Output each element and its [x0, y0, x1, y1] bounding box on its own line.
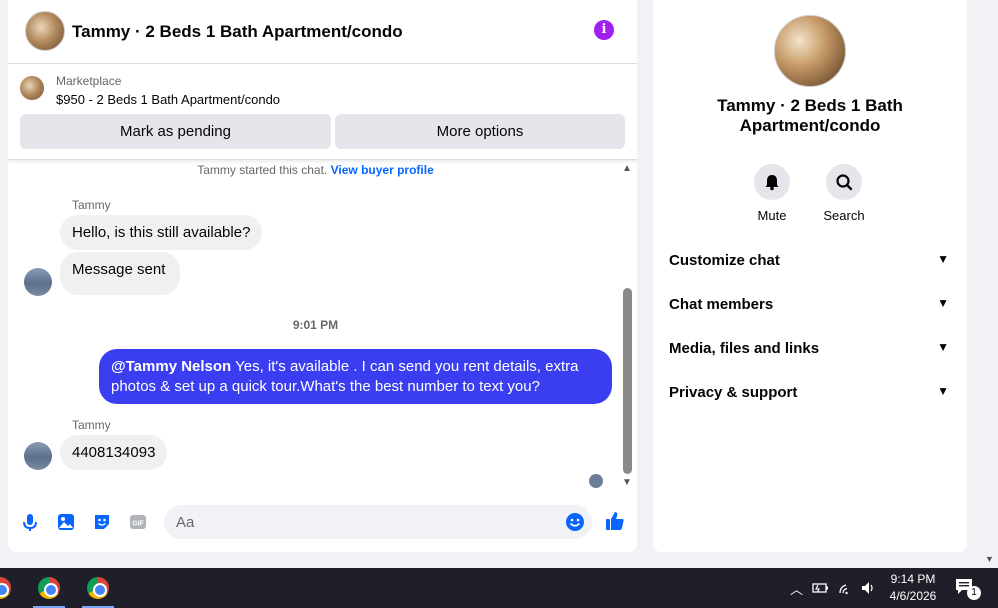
sender-avatar[interactable] — [24, 442, 52, 470]
chat-title[interactable]: Tammy · 2 Beds 1 Bath Apartment/condo — [72, 22, 403, 42]
notification-badge: 1 — [967, 586, 981, 600]
gif-icon[interactable]: GIF — [128, 512, 148, 532]
listing-photo-avatar[interactable] — [774, 15, 846, 87]
emoji-icon[interactable] — [565, 512, 585, 532]
seen-indicator-avatar — [589, 474, 603, 488]
more-options-button[interactable]: More options — [335, 114, 625, 149]
chevron-down-icon: ▼ — [937, 252, 949, 266]
chrome-icon — [0, 577, 11, 599]
sender-name: Tammy — [72, 198, 111, 212]
search-label: Search — [823, 208, 865, 223]
section-label: Media, files and links — [669, 340, 820, 357]
battery-icon[interactable] — [812, 581, 830, 595]
listing-thumbnail[interactable] — [20, 76, 44, 100]
info-icon[interactable]: i — [594, 20, 614, 40]
chrome-icon — [38, 577, 60, 599]
volume-icon[interactable] — [860, 580, 876, 596]
section-label: Privacy & support — [669, 384, 798, 401]
bell-icon — [765, 175, 779, 191]
search-action[interactable]: Search — [814, 164, 874, 223]
mute-action[interactable]: Mute — [742, 164, 802, 223]
taskbar-app[interactable] — [0, 568, 20, 608]
sender-name: Tammy — [72, 418, 111, 432]
sender-avatar[interactable] — [24, 268, 52, 296]
scroll-down-arrow[interactable]: ▼ — [622, 477, 632, 488]
chevron-down-icon: ▼ — [937, 340, 949, 354]
chat-started-notice: Tammy started this chat. View buyer prof… — [8, 163, 623, 177]
search-button[interactable] — [826, 164, 862, 200]
chevron-up-icon[interactable]: ︿ — [790, 579, 803, 598]
incoming-message[interactable]: 4408134093 — [60, 435, 168, 470]
mark-as-pending-button[interactable]: Mark as pending — [20, 114, 331, 149]
chrome-icon — [87, 577, 109, 599]
clock-time: 9:14 PM — [890, 572, 936, 586]
chevron-down-icon: ▼ — [937, 384, 949, 398]
chat-panel: Tammy · 2 Beds 1 Bath Apartment/condo i … — [8, 0, 637, 552]
microphone-icon[interactable] — [20, 512, 40, 532]
svg-text:GIF: GIF — [132, 521, 144, 528]
message-timestamp: 9:01 PM — [292, 318, 339, 332]
mute-button[interactable] — [754, 164, 790, 200]
notification-center-button[interactable]: 1 — [955, 578, 981, 600]
incoming-message[interactable]: Hello, is this still available? — [60, 215, 263, 250]
section-media-files-links[interactable]: Media, files and links ▼ — [669, 340, 949, 360]
outgoing-message[interactable]: @Tammy Nelson Yes, it's available . I ca… — [99, 349, 612, 404]
info-title: Tammy · 2 Beds 1 Bath Apartment/condo — [717, 96, 903, 135]
chat-header: Tammy · 2 Beds 1 Bath Apartment/condo i — [8, 0, 637, 64]
page-scroll-down-arrow[interactable]: ▼ — [985, 554, 994, 564]
taskbar-chrome[interactable] — [78, 568, 118, 608]
section-label: Chat members — [669, 296, 774, 313]
section-chat-members[interactable]: Chat members ▼ — [669, 296, 949, 316]
listing-title[interactable]: $950 - 2 Beds 1 Bath Apartment/condo — [56, 92, 280, 107]
incoming-message[interactable]: Message sent — [60, 252, 180, 295]
system-clock[interactable]: 9:14 PM 4/6/2026 — [880, 571, 946, 605]
message-input[interactable] — [164, 505, 592, 539]
scrollbar-thumb[interactable] — [623, 288, 632, 474]
marketplace-bar: Marketplace $950 - 2 Beds 1 Bath Apartme… — [8, 64, 637, 160]
sticker-icon[interactable] — [92, 512, 112, 532]
thumbs-up-icon[interactable] — [604, 510, 626, 532]
mention[interactable]: @Tammy Nelson — [111, 358, 231, 375]
started-text: Tammy started this chat. — [197, 163, 328, 177]
mute-label: Mute — [757, 208, 787, 223]
chat-info-panel: Tammy · 2 Beds 1 Bath Apartment/condo Mu… — [653, 0, 967, 552]
section-label: Customize chat — [669, 252, 780, 269]
section-customize-chat[interactable]: Customize chat ▼ — [669, 252, 949, 272]
search-icon — [836, 174, 853, 191]
taskbar: ︿ 9:14 PM 4/6/2026 1 — [0, 568, 998, 608]
view-buyer-profile-link[interactable]: View buyer profile — [331, 163, 434, 177]
scroll-up-arrow[interactable]: ▲ — [622, 163, 632, 174]
wifi-icon[interactable] — [838, 581, 854, 595]
clock-date: 4/6/2026 — [889, 589, 937, 603]
taskbar-chrome[interactable] — [29, 568, 69, 608]
photo-icon[interactable] — [56, 512, 76, 532]
listing-avatar[interactable] — [25, 11, 65, 51]
marketplace-label: Marketplace — [56, 74, 122, 88]
section-privacy-support[interactable]: Privacy & support ▼ — [669, 384, 949, 404]
chevron-down-icon: ▼ — [937, 296, 949, 310]
